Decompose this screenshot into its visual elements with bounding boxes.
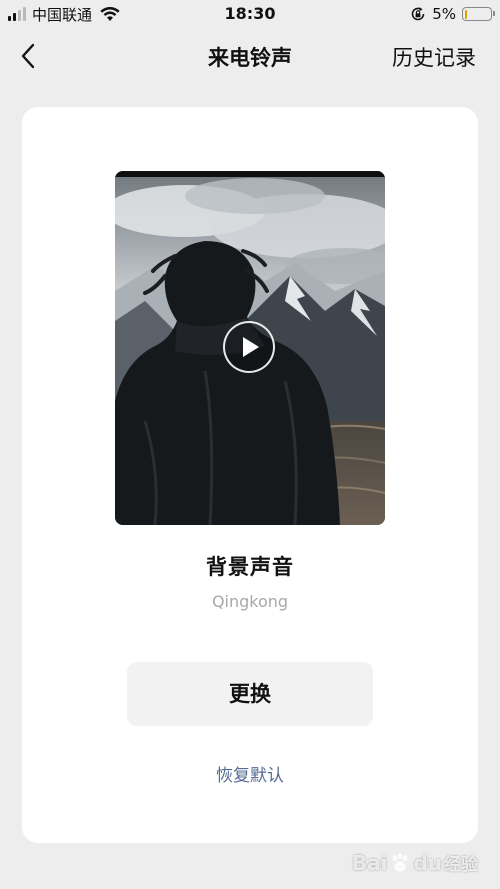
- ringtone-card: 背景声音 Qingkong 更换 恢复默认: [22, 107, 478, 843]
- battery-percent: 5%: [432, 5, 456, 23]
- status-bar: 中国联通 18:30 5%: [0, 0, 500, 28]
- restore-default-link[interactable]: 恢复默认: [22, 761, 478, 786]
- ringtone-subtitle: Qingkong: [211, 592, 289, 611]
- play-icon: [243, 337, 259, 357]
- rotation-lock-icon: [410, 6, 426, 22]
- history-button[interactable]: 历史记录: [392, 42, 476, 72]
- watermark-brand-b: 经验: [444, 855, 478, 875]
- watermark-brand-a: Bai: [351, 850, 388, 875]
- baidu-jingyan-watermark: Bai du 经验: [351, 850, 478, 876]
- battery-fill: [464, 9, 467, 19]
- change-button[interactable]: 更换: [127, 662, 373, 726]
- battery-icon: [462, 7, 495, 21]
- paw-icon: [393, 852, 408, 871]
- nav-bar: 来电铃声 历史记录: [0, 30, 500, 82]
- video-preview[interactable]: [115, 171, 385, 525]
- play-button[interactable]: [223, 321, 275, 373]
- watermark-brand-b-suffix: du: [413, 850, 442, 875]
- status-right: 5%: [410, 5, 495, 23]
- ringtone-title: 背景声音: [206, 555, 294, 579]
